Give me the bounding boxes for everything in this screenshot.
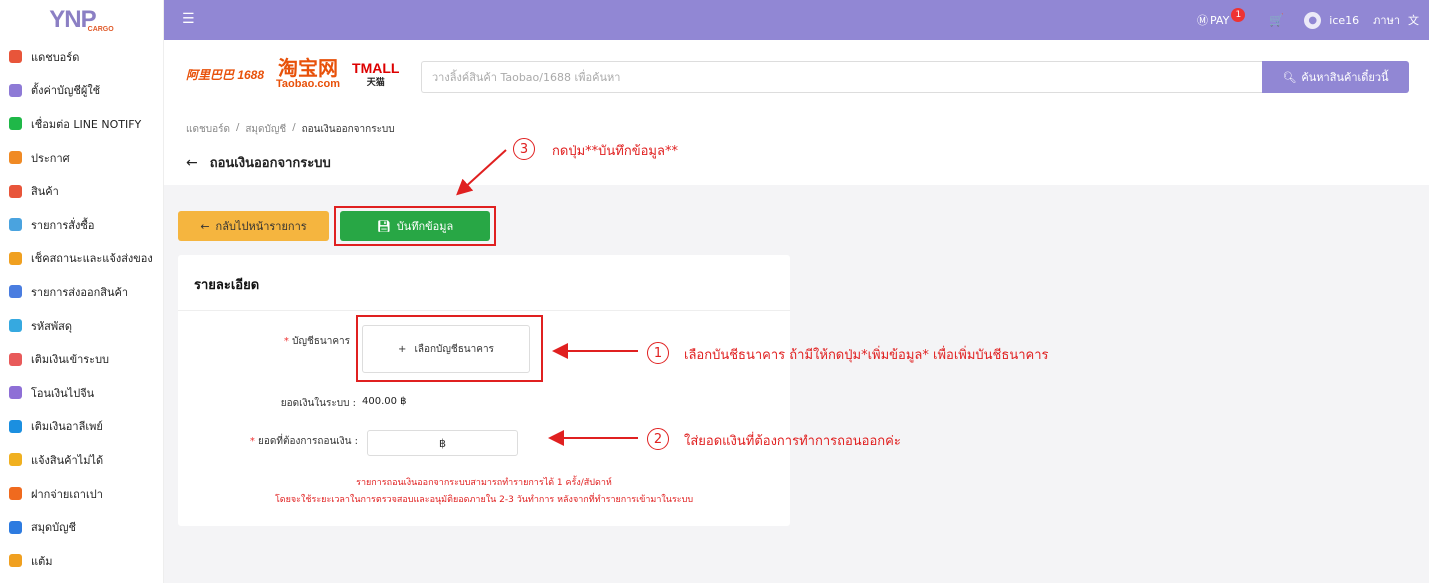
annotation-3-text: กดปุ่ม**บันทึกข้อมูล** [552,144,678,159]
annotation-arrows [456,149,638,446]
annotation-1-number: 1 [647,342,669,364]
arrow-to-save [456,149,507,196]
annotation-1-text: เลือกบันชีธนาคาร ถ้ามีให้กดปุ่ม*เพิ่มข้อ… [684,348,1049,363]
annotation-3-number: 3 [513,138,535,160]
annotation-2-number: 2 [647,428,669,450]
annotation-2-text: ใส่ยอดแงินที่ต้องการทำการถอนออกค่ะ [684,434,901,449]
